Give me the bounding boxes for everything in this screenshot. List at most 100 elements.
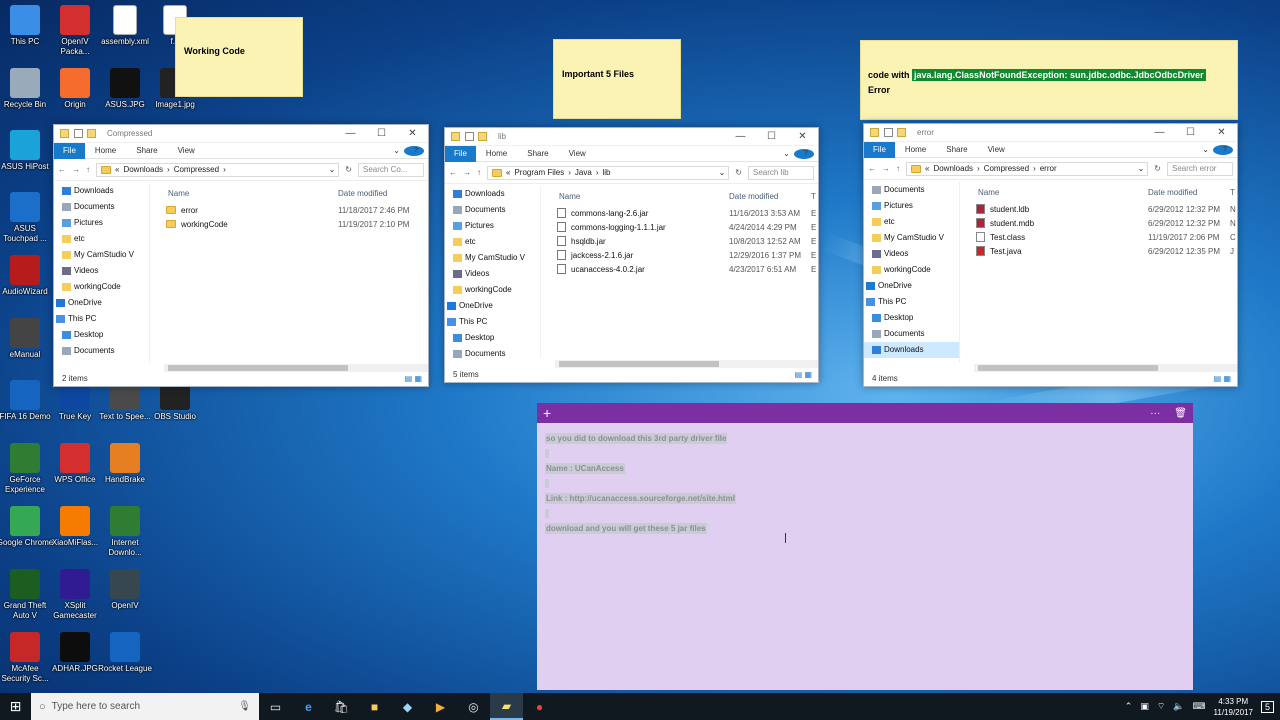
desktop-icon-asus-hipost[interactable]: ASUS HiPost [0, 130, 54, 172]
file-row[interactable]: commons-logging-1.1.1.jar 4/24/2014 4:29 … [555, 220, 818, 234]
nav-item-downloads[interactable]: Downloads [864, 342, 959, 358]
column-name[interactable]: Name [555, 192, 729, 201]
horizontal-scrollbar[interactable] [974, 364, 1237, 372]
back-arrow-icon[interactable]: ← [449, 168, 457, 177]
breadcrumb-segment[interactable]: Java [575, 168, 592, 177]
note-body[interactable]: so you did to download this 3rd party dr… [537, 423, 1193, 544]
ribbon-expand-icon[interactable]: ⌄ [1198, 145, 1213, 154]
close-button[interactable]: ✕ [1206, 127, 1237, 138]
file-row[interactable]: hsqldb.jar 10/8/2013 12:52 AM E [555, 234, 818, 248]
file-explorer-icon[interactable]: ■ [358, 693, 391, 720]
breadcrumb-segment[interactable]: « [506, 168, 510, 177]
media-player-icon[interactable]: ▶ [424, 693, 457, 720]
nav-item-pictures[interactable]: Pictures [54, 215, 149, 231]
column-type[interactable]: T [811, 192, 816, 201]
ribbon-expand-icon[interactable]: ⌄ [779, 149, 794, 158]
help-icon[interactable]: ? [404, 145, 424, 156]
nav-item-this-pc[interactable]: This PC [864, 294, 959, 310]
view-toggle-icon[interactable]: ▤ ▦ [1214, 372, 1231, 386]
desktop-icon-emanual[interactable]: eManual [0, 318, 54, 360]
breadcrumb-segment[interactable]: › [596, 168, 599, 177]
app-icon[interactable]: ◆ [391, 693, 424, 720]
maximize-button[interactable]: ☐ [366, 128, 397, 139]
forward-arrow-icon[interactable]: → [882, 164, 890, 173]
breadcrumb-segment[interactable]: › [223, 165, 226, 174]
minimize-button[interactable]: — [1144, 127, 1175, 138]
nav-item-downloads[interactable]: Downloads [54, 183, 149, 199]
ribbon-tab-view[interactable]: View [559, 149, 596, 158]
nav-item-documents[interactable]: Documents [864, 182, 959, 198]
nav-item-onedrive[interactable]: OneDrive [445, 298, 540, 314]
file-row[interactable]: student.mdb 6/29/2012 12:32 PM N [974, 216, 1237, 230]
nav-item-desktop[interactable]: Desktop [54, 327, 149, 343]
network-icon[interactable]: ▣ [1140, 701, 1149, 712]
view-toggle-icon[interactable]: ▤ ▦ [795, 368, 812, 382]
sticky-note-important-files[interactable]: Important 5 Files [553, 39, 681, 119]
file-row[interactable]: Test.class 11/19/2017 2:06 PM C [974, 230, 1237, 244]
keyboard-icon[interactable]: ⌨ [1193, 701, 1206, 712]
people-icon[interactable]: ⌃ [1125, 701, 1133, 712]
nav-item-this-pc[interactable]: This PC [54, 311, 149, 327]
scrollbar-thumb[interactable] [559, 361, 719, 367]
breadcrumb-segment[interactable]: › [167, 165, 170, 174]
refresh-icon[interactable]: ↻ [1154, 164, 1161, 173]
title-bar[interactable]: Compressed — ☐ ✕ [54, 125, 428, 143]
file-row[interactable]: ucanaccess-4.0.2.jar 4/23/2017 6:51 AM E [555, 262, 818, 276]
horizontal-scrollbar[interactable] [555, 360, 818, 368]
ribbon-tab-home[interactable]: Home [895, 145, 936, 154]
column-type[interactable]: T [1230, 188, 1235, 197]
nav-item-my-camstudio-v[interactable]: My CamStudio V [864, 230, 959, 246]
nav-item-videos[interactable]: Videos [54, 263, 149, 279]
ribbon-tab-view[interactable]: View [168, 146, 205, 155]
file-row[interactable]: workingCode 11/19/2017 2:10 PM [164, 217, 428, 231]
edge-icon[interactable]: e [292, 693, 325, 720]
maximize-button[interactable]: ☐ [756, 131, 787, 142]
store-icon[interactable]: 🛍 [325, 693, 358, 720]
explorer-window-lib[interactable]: lib — ☐ ✕ File Home Share View ⌄? ← → ↑ « Program Fil… [444, 127, 819, 383]
wifi-icon[interactable]: ⌔ [1157, 701, 1165, 712]
new-folder-icon[interactable] [87, 129, 96, 138]
ribbon-tab-share[interactable]: Share [936, 145, 977, 154]
minimize-button[interactable]: — [725, 131, 756, 142]
nav-item-my-camstudio-v[interactable]: My CamStudio V [445, 250, 540, 266]
nav-item-onedrive[interactable]: OneDrive [864, 278, 959, 294]
breadcrumb-segment[interactable]: › [568, 168, 571, 177]
search-input[interactable]: Search lib [748, 165, 814, 180]
nav-item-etc[interactable]: etc [445, 234, 540, 250]
file-row[interactable]: commons-lang-2.6.jar 11/16/2013 3:53 AM E [555, 206, 818, 220]
nav-item-my-camstudio-v[interactable]: My CamStudio V [54, 247, 149, 263]
nav-item-etc[interactable]: etc [864, 214, 959, 230]
sticky-note-working-code[interactable]: Working Code [175, 17, 303, 97]
help-icon[interactable]: ? [794, 148, 814, 159]
clock[interactable]: 4:33 PM 11/19/2017 [1214, 696, 1253, 718]
file-row[interactable]: Test.java 6/29/2012 12:35 PM J [974, 244, 1237, 258]
view-toggle-icon[interactable]: ▤ ▦ [405, 372, 422, 386]
delete-note-icon[interactable]: 🗑 [1174, 408, 1187, 419]
new-folder-icon[interactable] [897, 128, 906, 137]
action-center-icon[interactable]: 5 [1260, 700, 1274, 713]
desktop-icon-handbrake[interactable]: HandBrake [96, 443, 154, 485]
nav-item-videos[interactable]: Videos [445, 266, 540, 282]
ribbon-tab-home[interactable]: Home [85, 146, 126, 155]
breadcrumb-segment[interactable]: « [925, 164, 929, 173]
task-view-icon[interactable]: ▭ [259, 693, 292, 720]
desktop-icon-internet-downlo[interactable]: Internet Downlo... [96, 506, 154, 558]
ribbon-tab-view[interactable]: View [978, 145, 1015, 154]
nav-item-pictures[interactable]: Pictures [864, 198, 959, 214]
breadcrumb-segment[interactable]: Downloads [123, 165, 163, 174]
properties-icon[interactable] [465, 132, 474, 141]
refresh-icon[interactable]: ↻ [345, 165, 352, 174]
maximize-button[interactable]: ☐ [1175, 127, 1206, 138]
new-folder-icon[interactable] [478, 132, 487, 141]
back-arrow-icon[interactable]: ← [58, 165, 66, 174]
scrollbar-thumb[interactable] [168, 365, 348, 371]
column-name[interactable]: Name [974, 188, 1148, 197]
up-arrow-icon[interactable]: ↑ [477, 168, 481, 177]
nav-item-pictures[interactable]: Pictures [445, 218, 540, 234]
minimize-button[interactable]: — [335, 128, 366, 139]
address-dropdown-icon[interactable]: ⌄ [719, 168, 729, 177]
title-bar[interactable]: error — ☐ ✕ [864, 124, 1237, 142]
desktop-icon-audiowizard[interactable]: AudioWizard [0, 255, 54, 297]
breadcrumb-segment[interactable]: Downloads [933, 164, 973, 173]
nav-item-desktop[interactable]: Desktop [864, 310, 959, 326]
